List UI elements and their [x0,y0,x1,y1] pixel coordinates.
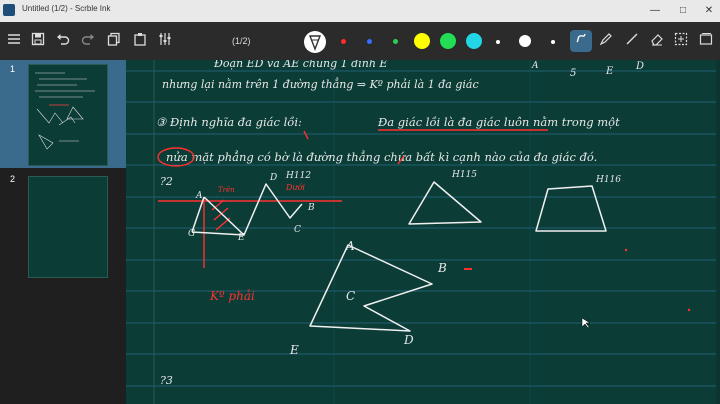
label-e-top: E [605,66,614,77]
app-icon [3,4,15,16]
page-thumbnails-sidebar: 1 2 [0,60,126,404]
label-phai: Dưới [285,183,305,192]
page-preview [28,64,108,166]
color-dot-red[interactable] [341,39,346,44]
select-icon[interactable] [671,31,691,51]
ink-canvas[interactable]: Đoạn ED và AE chung 1 đỉnh E nhưng lại n… [126,60,720,404]
page-number: 2 [10,174,16,184]
h112-label-b: B [307,203,315,213]
figure-label-h115: H115 [451,170,477,180]
title-bar: Untitled (1/2) - Scrble Ink — □ ✕ [0,0,720,22]
line-icon[interactable] [622,31,642,51]
paste-icon[interactable] [130,31,150,51]
window-title: Untitled (1/2) - Scrble Ink [22,4,111,13]
copy-icon[interactable] [104,31,124,51]
minimize-button[interactable]: — [644,2,666,20]
close-button[interactable]: ✕ [698,2,720,20]
label-a-top: A [531,61,539,71]
color-dot-green[interactable] [393,39,398,44]
toolbar: (1/2) [0,22,720,60]
color-swatch-green[interactable] [440,33,456,49]
color-dot-blue[interactable] [367,39,372,44]
size-dot-small[interactable] [496,40,500,44]
pen-style-icon[interactable] [570,30,592,52]
h112-label-c: C [294,225,301,235]
label-tren: Trên [218,186,235,194]
label-5: 5 [570,68,576,79]
note-line-4: nửa mặt phẳng có bờ là đường thẳng chứa … [166,150,597,164]
adjust-icon[interactable] [155,31,175,51]
fig-label-c: C [346,289,355,303]
size-dot-tiny[interactable] [551,40,555,44]
h112-label-g: G [188,229,195,239]
more-icon[interactable] [696,31,716,51]
pen-icon [308,35,322,51]
pen-tool-active[interactable] [304,31,326,53]
h112-label-a: A [195,191,203,201]
fig-label-d: D [403,333,414,347]
mouse-cursor-icon [581,317,591,329]
undo-icon[interactable] [53,31,73,51]
fig-label-b: B [437,261,447,275]
question-2-label: ?2 [160,175,173,188]
page-number: 1 [10,64,16,74]
maximize-button[interactable]: □ [672,2,694,20]
page-indicator: (1/2) [232,36,251,46]
fig-label-e: E [289,343,299,357]
eraser-icon[interactable] [647,31,667,51]
note-line-3b: Đa giác lồi là đa giác luôn nằm trong mộ… [377,115,620,129]
menu-icon[interactable] [4,31,24,51]
page-thumbnail-2[interactable]: 2 [0,170,126,278]
note-line-3a: ③ Định nghĩa đa giác lồi: [156,115,302,129]
page-thumbnail-1[interactable]: 1 [0,60,126,168]
save-icon[interactable] [28,31,48,51]
handwriting-layer: Đoạn ED và AE chung 1 đỉnh E nhưng lại n… [126,60,720,404]
question-3-label: ?3 [160,374,173,387]
page-preview [28,176,108,278]
figure-label-h116: H116 [595,175,621,185]
color-swatch-yellow[interactable] [414,33,430,49]
label-d-top: D [635,61,644,72]
redo-icon[interactable] [78,31,98,51]
note-line-1: Đoạn ED và AE chung 1 đỉnh E [213,60,387,70]
vertical-scrollbar[interactable] [716,60,720,404]
h112-label-d: D [269,173,277,183]
marker-icon[interactable] [596,31,616,51]
color-swatch-cyan[interactable] [466,33,482,49]
note-line-2: nhưng lại nằm trên 1 đường thẳng ⇒ Kº ph… [162,77,479,91]
label-ko-phai: Kº phải [209,289,255,303]
size-dot-large[interactable] [519,35,531,47]
figure-label-h112: H112 [285,171,311,181]
